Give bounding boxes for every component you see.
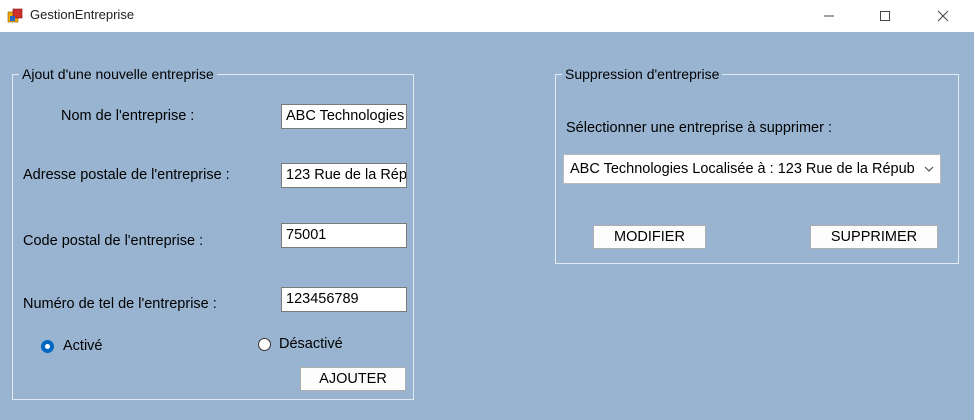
modify-button[interactable]: MODIFIER [593,225,706,249]
title-bar: GestionEntreprise [0,0,974,32]
delete-button[interactable]: SUPPRIMER [810,225,938,249]
company-select-value: ABC Technologies Localisée à : 123 Rue d… [570,161,915,177]
company-name-field[interactable]: ABC Technologies [281,104,407,129]
window-title: GestionEntreprise [30,7,135,22]
select-company-label: Sélectionner une entreprise à supprimer … [566,120,832,136]
maximize-button[interactable] [862,0,908,32]
phone-field[interactable]: 123456789 [281,287,407,312]
radio-inactive-label[interactable]: Désactivé [279,336,343,352]
app-icon [7,8,23,24]
add-group-title: Ajout d'une nouvelle entreprise [19,66,217,82]
close-button[interactable] [920,0,966,32]
delete-group-title: Suppression d'entreprise [562,66,723,82]
minimize-button[interactable] [806,0,852,32]
radio-active[interactable] [41,340,54,353]
company-address-field[interactable]: 123 Rue de la République [281,163,407,188]
company-name-label: Nom de l'entreprise : [61,108,195,124]
chevron-down-icon [924,166,934,172]
maximize-icon [880,11,890,21]
postal-code-field[interactable]: 75001 [281,223,407,248]
add-button[interactable]: AJOUTER [300,367,406,391]
company-address-label: Adresse postale de l'entreprise : [23,167,230,183]
company-select[interactable]: ABC Technologies Localisée à : 123 Rue d… [563,154,941,184]
postal-code-label: Code postal de l'entreprise : [23,233,204,249]
radio-inactive[interactable] [258,338,271,351]
close-icon [937,10,949,22]
minimize-icon [824,15,834,17]
phone-label: Numéro de tel de l'entreprise : [23,296,217,312]
radio-active-label[interactable]: Activé [63,338,103,354]
